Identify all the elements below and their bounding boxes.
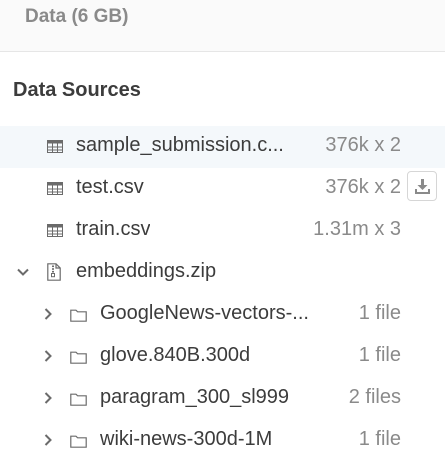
data-sources-heading: Data Sources [13, 79, 141, 101]
folder-icon [70, 435, 87, 448]
data-header: Data (6 GB) [0, 0, 445, 52]
table-icon [47, 182, 63, 195]
folder-icon [70, 393, 87, 406]
file-dimensions: 376k x 2 [325, 134, 401, 156]
file-row-test-csv[interactable]: test.csv 376k x 2 [0, 168, 445, 210]
folder-row-wiki-news[interactable]: wiki-news-300d-1M 1 file [0, 420, 445, 462]
folder-file-count: 1 file [358, 302, 401, 324]
archive-row-embeddings-zip[interactable]: embeddings.zip [0, 252, 445, 294]
zip-file-icon [47, 263, 61, 281]
archive-name: embeddings.zip [76, 260, 217, 282]
folder-name: wiki-news-300d-1M [100, 428, 273, 450]
chevron-right-icon[interactable] [41, 307, 55, 321]
chevron-right-icon[interactable] [41, 349, 55, 363]
folder-file-count: 1 file [358, 344, 401, 366]
folder-icon [70, 351, 87, 364]
file-name: train.csv [76, 218, 151, 240]
chevron-down-icon[interactable] [16, 265, 30, 279]
file-dimensions: 1.31m x 3 [313, 218, 401, 240]
folder-file-count: 2 files [348, 386, 401, 408]
folder-icon [70, 309, 87, 322]
folder-row-googlenews-vectors[interactable]: GoogleNews-vectors-... 1 file [0, 294, 445, 336]
chevron-right-icon[interactable] [41, 433, 55, 447]
file-row-sample-submission[interactable]: sample_submission.c... 376k x 2 [0, 126, 445, 168]
folder-row-paragram[interactable]: paragram_300_sl999 2 files [0, 378, 445, 420]
folder-name: GoogleNews-vectors-... [100, 302, 309, 324]
folder-name: glove.840B.300d [100, 344, 251, 366]
file-name: sample_submission.c... [76, 134, 284, 156]
folder-file-count: 1 file [358, 428, 401, 450]
table-icon [47, 140, 63, 153]
file-row-train-csv[interactable]: train.csv 1.31m x 3 [0, 210, 445, 252]
table-icon [47, 224, 63, 237]
file-name: test.csv [76, 176, 144, 198]
chevron-right-icon[interactable] [41, 391, 55, 405]
folder-name: paragram_300_sl999 [100, 386, 290, 408]
file-dimensions: 376k x 2 [325, 176, 401, 198]
download-button[interactable] [407, 171, 437, 201]
folder-row-glove[interactable]: glove.840B.300d 1 file [0, 336, 445, 378]
download-icon [415, 179, 430, 194]
data-size-title: Data (6 GB) [25, 6, 129, 27]
data-panel: Data (6 GB) Data Sources sample_submissi… [0, 0, 445, 475]
